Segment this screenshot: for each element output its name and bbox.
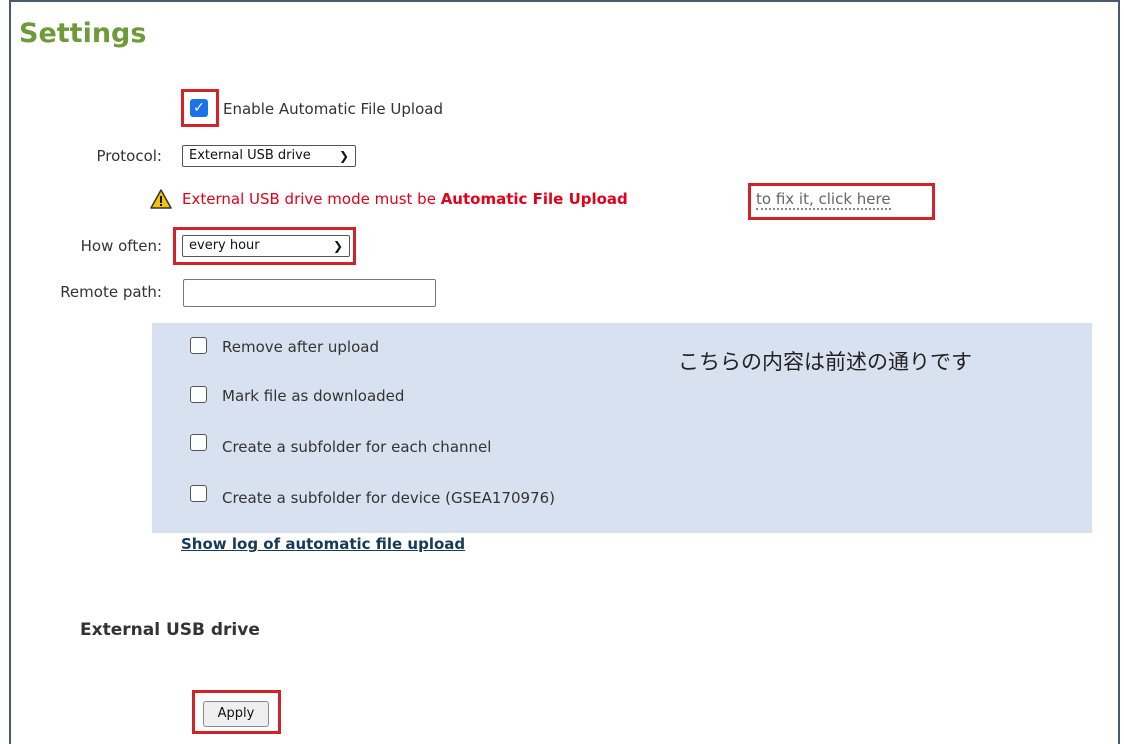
show-log-link[interactable]: Show log of automatic file upload (181, 535, 465, 553)
how-often-select-value: every hour (189, 238, 260, 253)
subfolder-device-checkbox[interactable] (190, 485, 207, 502)
subfolder-device-label: Create a subfolder for device (GSEA17097… (222, 489, 556, 507)
annotation-text: こちらの内容は前述の通りです (678, 350, 972, 374)
apply-button[interactable]: Apply (203, 701, 269, 727)
page-title: Settings (19, 18, 147, 49)
protocol-select-value: External USB drive (189, 148, 311, 163)
warning-message: External USB drive mode must be Automati… (182, 190, 628, 208)
mark-downloaded-checkbox[interactable] (190, 386, 207, 403)
enable-upload-checkbox[interactable]: ✓ (190, 99, 208, 117)
mark-downloaded-label: Mark file as downloaded (222, 387, 405, 405)
checkmark-icon: ✓ (193, 100, 205, 116)
how-often-select[interactable]: every hour ❯ (182, 235, 350, 257)
warning-text: External USB drive mode must be (182, 190, 441, 208)
subfolder-channel-checkbox[interactable] (190, 434, 207, 451)
remove-after-upload-checkbox[interactable] (190, 337, 207, 354)
protocol-select[interactable]: External USB drive ❯ (182, 145, 356, 167)
usb-section-title: External USB drive (80, 620, 260, 640)
enable-upload-label: Enable Automatic File Upload (223, 100, 443, 118)
warning-bold-text: Automatic File Upload (440, 190, 628, 208)
fix-it-link[interactable]: to fix it, click here (756, 190, 891, 210)
chevron-down-icon: ❯ (332, 239, 343, 253)
subfolder-channel-label: Create a subfolder for each channel (222, 438, 492, 456)
chevron-down-icon: ❯ (338, 149, 349, 163)
remote-path-input[interactable] (183, 279, 436, 307)
how-often-label: How often: (80, 237, 162, 255)
remove-after-upload-label: Remove after upload (222, 338, 379, 356)
warning-triangle-icon (150, 189, 172, 209)
protocol-label: Protocol: (96, 147, 162, 165)
remote-path-label: Remote path: (60, 283, 162, 301)
